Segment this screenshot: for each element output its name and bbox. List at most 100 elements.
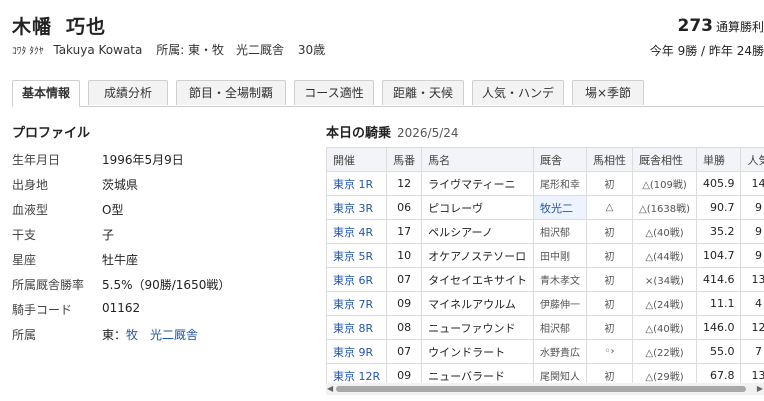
horse-compat: 初 [586, 315, 634, 340]
jockey-romaji: Takuya Kowata [53, 43, 143, 57]
profile-row: 騎手コード 01162 [12, 301, 312, 325]
race-link[interactable]: 東京 1R [325, 171, 388, 196]
horse-number: 07 [386, 267, 423, 292]
col-stable: 厩舎 [533, 147, 588, 172]
horse-name: ウインドラート [421, 339, 535, 364]
today-rides-table: 開催 馬番 馬名 厩舎 馬相性 厩舎相性 単勝 人気 東京 1R12ライヴマティ… [325, 147, 764, 388]
jockey-given-name: 巧也 [66, 16, 107, 38]
race-link[interactable]: 東京 8R [325, 315, 388, 340]
stable-name: 青木孝文 [533, 267, 588, 292]
profile-key: 騎手コード [12, 303, 73, 317]
win-odds: 414.6 [695, 267, 742, 292]
tab-distance-weather[interactable]: 距離・天候 [382, 80, 464, 105]
affiliation-region: 東： [102, 328, 127, 342]
horse-compat: 初 [586, 219, 634, 244]
popularity: 9 [740, 243, 764, 268]
table-row: 東京 6R07タイセイエキサイト青木孝文初×(34戦)414.613 [325, 267, 764, 292]
trainer-link[interactable]: 牧 [126, 328, 138, 342]
popularity: 4 [740, 291, 764, 316]
profile-key: 出身地 [12, 178, 49, 192]
horse-number: 07 [386, 339, 423, 364]
popularity: 7 [740, 339, 764, 364]
popularity: 12 [740, 315, 764, 340]
scroll-left-arrow-icon[interactable]: ◀ [327, 383, 333, 395]
win-odds: 146.0 [695, 315, 742, 340]
col-number: 馬番 [386, 147, 423, 172]
horse-name: ライヴマティーニ [421, 171, 535, 196]
jockey-affiliation: 所属: 東・牧 光二厩舎 [156, 43, 285, 57]
table-row: 東京 8R08ニューファウンド相沢郁初△(40戦)146.012 [325, 315, 764, 340]
horizontal-scrollbar[interactable]: ◀ ▶ [326, 383, 764, 395]
horse-compat: △ [586, 195, 634, 220]
today-title: 本日の騎乗 [326, 126, 392, 141]
race-link[interactable]: 東京 4R [325, 219, 388, 244]
stable-name: 尾形和幸 [533, 171, 588, 196]
total-wins: 273 通算勝利 [677, 16, 764, 36]
profile-value: 子 [102, 228, 115, 242]
table-row: 東京 1R12ライヴマティーニ尾形和幸初△(109戦)405.914 [325, 171, 764, 196]
stable-compat: △(24戦) [632, 291, 697, 316]
stable-link[interactable]: 光二厩舎 [150, 328, 198, 342]
tab-milestones[interactable]: 節目・全場制覇 [176, 80, 286, 105]
horse-compat: 初 [586, 171, 634, 196]
profile-key: 干支 [12, 228, 37, 242]
horse-number: 17 [386, 219, 423, 244]
horse-number: 08 [386, 315, 423, 340]
profile-row: 血液型 O型 [12, 201, 312, 225]
profile-value: 茨城県 [102, 178, 139, 192]
race-link[interactable]: 東京 9R [325, 339, 388, 364]
race-link[interactable]: 東京 5R [325, 243, 388, 268]
tab-course[interactable]: コース適性 [294, 80, 374, 105]
profile-value: 01162 [102, 301, 141, 315]
profile-row: 生年月日 1996年5月9日 [12, 151, 312, 175]
stable-compat: △(1638戦) [632, 195, 697, 220]
total-wins-label: 通算勝利 [715, 20, 764, 34]
profile-row: 所属 東：牧 光二厩舎 [12, 326, 312, 350]
profile-value: 牡牛座 [102, 253, 139, 267]
jockey-age: 30歳 [297, 43, 326, 57]
popularity: 13 [740, 267, 764, 292]
col-popularity: 人気 [740, 147, 764, 172]
horse-name: タイセイエキサイト [421, 267, 535, 292]
table-row: 東京 5R 10 オケアノステソーロ 田中剛初 △(44戦) 104.7 9 [325, 243, 764, 268]
profile-value: O型 [102, 203, 124, 217]
win-odds: 55.0 [695, 339, 742, 364]
horse-number: 06 [386, 195, 423, 220]
table-row: 東京 3R 06 ピコレーヴ 牧光二 △ △(1638戦) 90.7 9 [325, 195, 764, 220]
tab-performance[interactable]: 成績分析 [88, 80, 168, 105]
table-header-row: 開催 馬番 馬名 厩舎 馬相性 厩舎相性 単勝 人気 [325, 147, 764, 172]
scrollbar-thumb[interactable] [336, 386, 746, 392]
win-odds: 35.2 [695, 219, 742, 244]
tab-bar: 基本情報 成績分析 節目・全場制覇 コース適性 距離・天候 人気・ハンデ 場×季… [12, 80, 764, 107]
horse-number: 12 [386, 171, 423, 196]
profile-value: 東：牧 光二厩舎 [102, 326, 198, 343]
stable-compat: △(22戦) [632, 339, 697, 364]
profile-key: 星座 [12, 253, 37, 267]
tab-basic-info[interactable]: 基本情報 [12, 80, 80, 107]
tab-venue-season[interactable]: 場×季節 [572, 80, 644, 105]
scroll-right-arrow-icon[interactable]: ▶ [757, 383, 763, 395]
win-odds: 11.1 [695, 291, 742, 316]
win-odds: 104.7 [695, 243, 742, 268]
total-wins-number: 273 [677, 16, 713, 36]
race-link[interactable]: 東京 7R [325, 291, 388, 316]
horse-number: 10 [386, 243, 423, 268]
horse-name: ピコレーヴ [421, 195, 535, 220]
popularity: 14 [740, 171, 764, 196]
profile-row: 干支 子 [12, 226, 312, 250]
col-horse-compat: 馬相性 [586, 147, 634, 172]
stable-name: 田中剛 [533, 243, 588, 268]
stable-compat: △(44戦) [632, 243, 697, 268]
jockey-subinfo: ｺﾜﾀ ﾀｸﾔ Takuya Kowata 所属: 東・牧 光二厩舎 30歳 [12, 41, 325, 58]
tab-popularity-handicap[interactable]: 人気・ハンデ [472, 80, 564, 105]
stable-compat: △(40戦) [632, 219, 697, 244]
race-link[interactable]: 東京 6R [325, 267, 388, 292]
col-stable-compat: 厩舎相性 [632, 147, 697, 172]
profile-key: 血液型 [12, 203, 49, 217]
stable-compat: △(109戦) [632, 171, 697, 196]
jockey-surname: 木幡 [12, 16, 53, 38]
jockey-name: 木幡 巧也 [12, 12, 106, 39]
horse-compat: 初 [586, 267, 634, 292]
race-link[interactable]: 東京 3R [325, 195, 388, 220]
today-heading: 本日の騎乗 2026/5/24 [326, 122, 459, 141]
